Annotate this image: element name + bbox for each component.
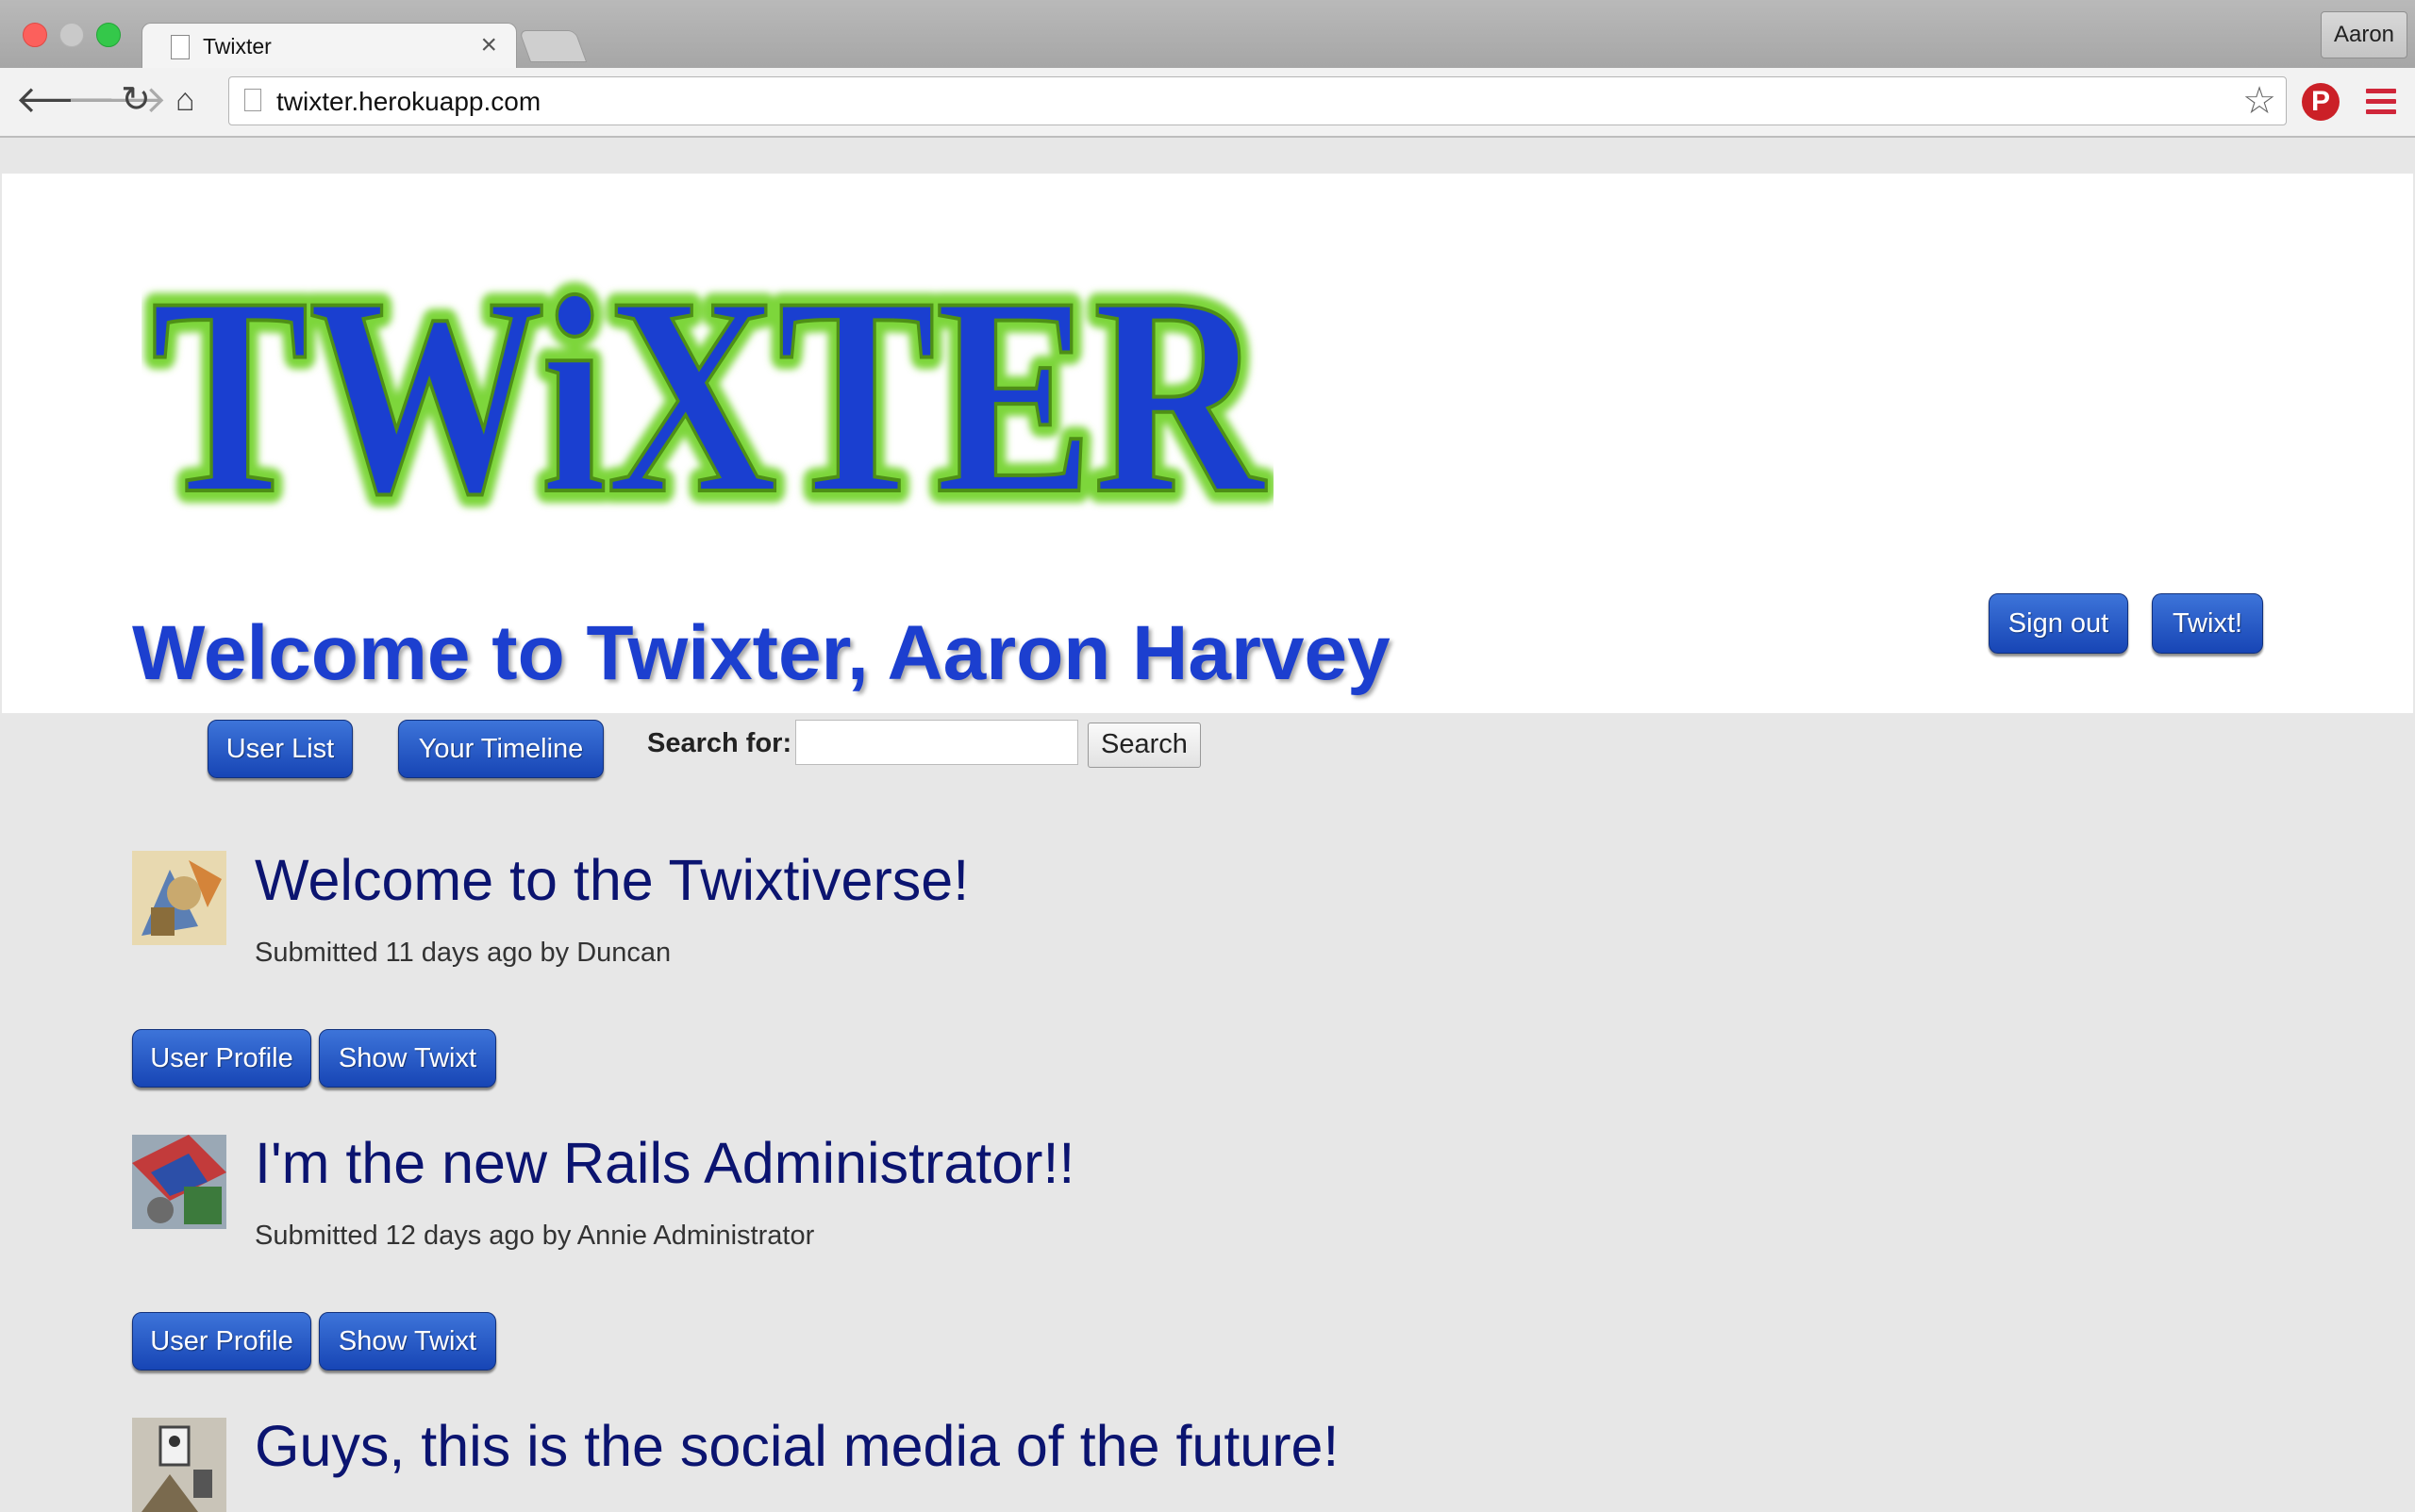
show-twixt-button[interactable]: Show Twixt bbox=[319, 1029, 496, 1088]
close-tab-icon[interactable]: × bbox=[480, 29, 497, 61]
reload-icon[interactable]: ↻ bbox=[121, 81, 151, 119]
pinterest-icon[interactable]: P bbox=[2302, 83, 2340, 121]
page-icon bbox=[244, 89, 261, 111]
menu-icon[interactable] bbox=[2366, 89, 2396, 120]
your-timeline-button[interactable]: Your Timeline bbox=[398, 720, 604, 778]
search-input[interactable] bbox=[795, 720, 1078, 765]
maximize-window-button[interactable] bbox=[96, 23, 121, 47]
forward-arrow-icon[interactable]: 🡒 bbox=[66, 81, 167, 119]
avatar[interactable] bbox=[132, 851, 226, 945]
logo-text: TWiXTER bbox=[151, 239, 1267, 528]
user-profile-button[interactable]: User Profile bbox=[132, 1029, 311, 1088]
profile-button[interactable]: Aaron bbox=[2321, 11, 2407, 58]
user-list-button[interactable]: User List bbox=[208, 720, 353, 778]
twixt-button[interactable]: Twixt! bbox=[2152, 593, 2263, 654]
tab-title: Twixter bbox=[203, 34, 272, 58]
user-profile-button[interactable]: User Profile bbox=[132, 1312, 311, 1371]
minimize-window-button[interactable] bbox=[59, 23, 84, 47]
sign-out-button[interactable]: Sign out bbox=[1989, 593, 2128, 654]
welcome-heading: Welcome to Twixter, Aaron Harvey bbox=[132, 610, 1391, 696]
browser-toolbar: 🡐 🡒 ↻ ⌂ twixter.herokuapp.com ☆ P bbox=[0, 68, 2415, 138]
new-tab-button[interactable] bbox=[518, 30, 588, 62]
close-window-button[interactable] bbox=[23, 23, 47, 47]
twixter-logo: TWiXTER TWiXTER bbox=[142, 226, 1274, 528]
avatar[interactable] bbox=[132, 1418, 226, 1512]
bookmark-star-icon[interactable]: ☆ bbox=[2242, 79, 2276, 123]
address-bar[interactable]: twixter.herokuapp.com ☆ bbox=[228, 76, 2287, 125]
post-title: Welcome to the Twixtiverse! bbox=[255, 848, 970, 912]
post-meta: Submitted 11 days ago by Duncan bbox=[255, 938, 672, 968]
show-twixt-button[interactable]: Show Twixt bbox=[319, 1312, 496, 1371]
browser-titlebar: Twixter × Aaron bbox=[0, 0, 2415, 69]
home-icon[interactable]: ⌂ bbox=[175, 81, 195, 119]
avatar[interactable] bbox=[132, 1135, 226, 1229]
page-icon bbox=[171, 35, 190, 59]
url-text: twixter.herokuapp.com bbox=[276, 87, 541, 116]
post-title: Guys, this is the social media of the fu… bbox=[255, 1414, 1340, 1478]
search-label: Search for: bbox=[647, 728, 792, 758]
browser-tab[interactable]: Twixter × bbox=[142, 23, 517, 69]
post-meta: Submitted 12 days ago by Annie Administr… bbox=[255, 1221, 815, 1251]
search-button[interactable]: Search bbox=[1088, 723, 1201, 768]
post-title: I'm the new Rails Administrator!! bbox=[255, 1131, 1075, 1195]
